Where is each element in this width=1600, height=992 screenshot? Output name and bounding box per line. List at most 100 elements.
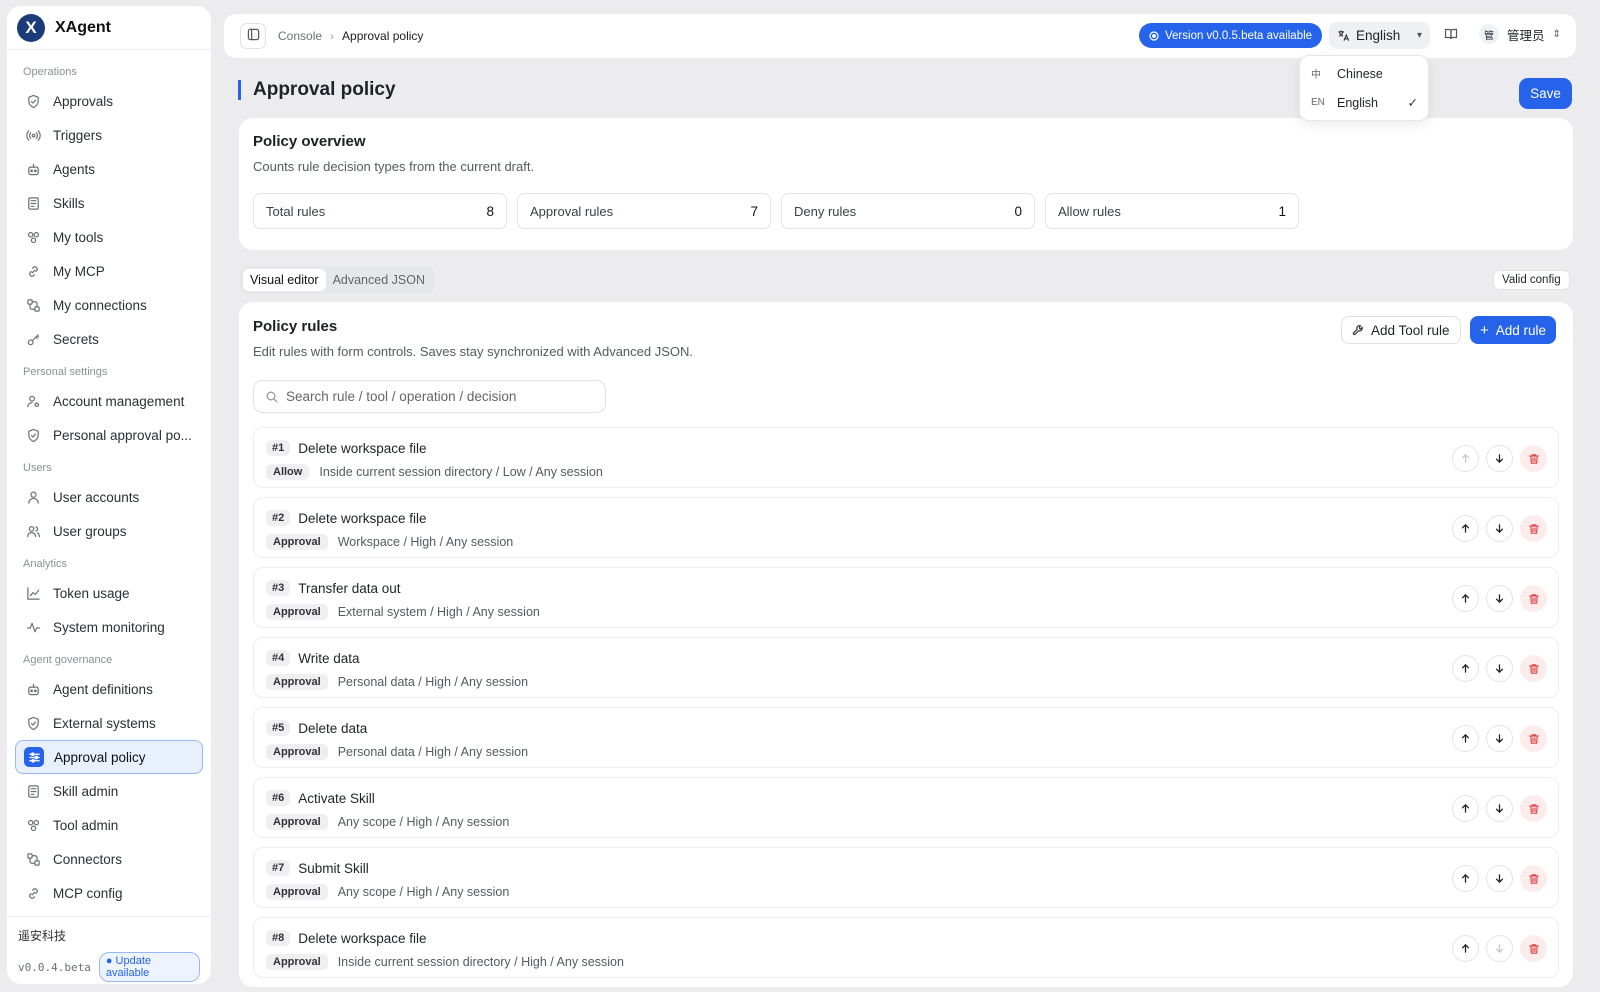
link-icon (25, 885, 41, 901)
trash-icon (1528, 943, 1540, 955)
rule-row[interactable]: #2 Delete workspace file Approval Workspace… (253, 497, 1559, 558)
new-version-pill[interactable]: Version v0.0.5.beta available (1139, 23, 1323, 48)
chevron-down-icon: ▾ (1416, 30, 1422, 41)
delete-rule-button[interactable] (1520, 585, 1547, 612)
move-down-button[interactable] (1486, 865, 1513, 892)
delete-rule-button[interactable] (1520, 445, 1547, 472)
sidebar-item-my-tools[interactable]: My tools (15, 220, 203, 254)
sidebar-item-external-systems[interactable]: External systems (15, 706, 203, 740)
add-tool-rule-button[interactable]: Add Tool rule (1341, 316, 1461, 344)
add-tool-rule-label: Add Tool rule (1371, 322, 1450, 338)
sidebar-item-token-usage[interactable]: Token usage (15, 576, 203, 610)
rule-name: Delete workspace file (298, 510, 427, 526)
sidebar-item-label: Token usage (53, 585, 130, 601)
rule-row[interactable]: #5 Delete data Approval Personal data / Hig… (253, 707, 1559, 768)
rule-row[interactable]: #7 Submit Skill Approval Any scope / High /… (253, 847, 1559, 908)
delete-rule-button[interactable] (1520, 865, 1547, 892)
move-up-button[interactable] (1452, 515, 1479, 542)
save-button[interactable]: Save (1519, 78, 1572, 109)
toggle-sidebar-button[interactable] (240, 23, 266, 49)
stat-label: Deny rules (794, 203, 857, 219)
sidebar-item-agents[interactable]: Agents (15, 152, 203, 186)
sidebar-item-approvals[interactable]: Approvals (15, 84, 203, 118)
breadcrumb-console[interactable]: Console (278, 29, 322, 43)
sidebar-item-my-mcp[interactable]: My MCP (15, 254, 203, 288)
current-version: v0.0.4.beta (18, 960, 91, 974)
language-label: Chinese (1337, 66, 1383, 81)
move-up-button[interactable] (1452, 795, 1479, 822)
sidebar-item-skills[interactable]: Skills (15, 186, 203, 220)
move-down-button[interactable] (1486, 445, 1513, 472)
top-bar: Console › Approval policy Version v0.0.5… (224, 14, 1576, 58)
move-up-button[interactable] (1452, 935, 1479, 962)
sidebar-item-label: External systems (53, 715, 156, 731)
sidebar-item-my-connections[interactable]: My connections (15, 288, 203, 322)
language-option-chinese[interactable]: 中 Chinese (1300, 59, 1428, 88)
rule-decision-badge: Approval (266, 884, 328, 900)
page-title: Approval policy (238, 80, 396, 100)
brand[interactable]: X XAgent (7, 6, 211, 50)
language-dropdown: 中 Chinese EN English ✓ (1299, 55, 1429, 121)
rule-row[interactable]: #4 Write data Approval Personal data / High… (253, 637, 1559, 698)
sidebar-item-approval-policy[interactable]: Approval policy (15, 740, 203, 774)
move-down-button[interactable] (1486, 725, 1513, 752)
breadcrumb-current: Approval policy (342, 29, 424, 43)
sidebar-item-label: Account management (53, 393, 185, 409)
sidebar-item-system-monitoring[interactable]: System monitoring (15, 610, 203, 644)
rule-index: #5 (266, 720, 291, 736)
rule-search-input[interactable] (286, 389, 586, 404)
stat-approval-rules: Approval rules 7 (517, 193, 771, 229)
rule-row[interactable]: #3 Transfer data out Approval External syst… (253, 567, 1559, 628)
sidebar-item-triggers[interactable]: Triggers (15, 118, 203, 152)
language-select[interactable]: English ▾ (1329, 22, 1430, 49)
move-down-button[interactable] (1486, 655, 1513, 682)
sidebar-item-user-accounts[interactable]: User accounts (15, 480, 203, 514)
sidebar-item-personal-approval-po[interactable]: Personal approval po... (15, 418, 203, 452)
language-option-english[interactable]: EN English ✓ (1300, 88, 1428, 117)
move-up-button[interactable] (1452, 865, 1479, 892)
move-up-button[interactable] (1452, 655, 1479, 682)
docs-book-icon[interactable] (1444, 27, 1458, 44)
rule-row[interactable]: #1 Delete workspace file Allow Inside curre… (253, 427, 1559, 488)
rule-index: #7 (266, 860, 291, 876)
rule-row[interactable]: #8 Delete workspace file Approval Inside cu… (253, 917, 1559, 978)
sidebar-item-label: Skills (53, 195, 85, 211)
delete-rule-button[interactable] (1520, 795, 1547, 822)
add-rule-label: Add rule (1495, 322, 1547, 338)
move-down-button[interactable] (1486, 585, 1513, 612)
sidebar-item-connectors[interactable]: Connectors (15, 842, 203, 876)
tab-visual-editor[interactable]: Visual editor (243, 269, 326, 291)
search-icon (266, 391, 278, 403)
rule-row[interactable]: #6 Activate Skill Approval Any scope / High… (253, 777, 1559, 838)
move-up-button[interactable] (1452, 585, 1479, 612)
delete-rule-button[interactable] (1520, 935, 1547, 962)
sidebar-item-account-management[interactable]: Account management (15, 384, 203, 418)
move-down-button[interactable] (1486, 935, 1513, 962)
add-rule-button[interactable]: + Add rule (1470, 316, 1557, 344)
sidebar-item-tool-admin[interactable]: Tool admin (15, 808, 203, 842)
update-available-badge[interactable]: ● Update available (98, 952, 200, 982)
sidebar-item-mcp-config[interactable]: MCP config (15, 876, 203, 910)
tab-advanced-json[interactable]: Advanced JSON (326, 269, 432, 291)
sidebar-item-user-groups[interactable]: User groups (15, 514, 203, 548)
arrow-up-icon (1460, 453, 1471, 464)
rule-search[interactable] (253, 380, 606, 413)
sidebar-item-label: Connectors (53, 851, 123, 867)
move-down-button[interactable] (1486, 795, 1513, 822)
sidebar-item-agent-definitions[interactable]: Agent definitions (15, 672, 203, 706)
delete-rule-button[interactable] (1520, 655, 1547, 682)
user-menu[interactable]: 管 管理员 ⇕ (1479, 24, 1561, 44)
move-up-button[interactable] (1452, 725, 1479, 752)
move-down-button[interactable] (1486, 515, 1513, 542)
rule-name: Delete data (298, 720, 368, 736)
bot-icon (25, 161, 41, 177)
shield-icon (25, 715, 41, 731)
delete-rule-button[interactable] (1520, 515, 1547, 542)
avatar: 管 (1479, 24, 1499, 44)
delete-rule-button[interactable] (1520, 725, 1547, 752)
sidebar-item-skill-admin[interactable]: Skill admin (15, 774, 203, 808)
stat-value: 8 (486, 203, 494, 219)
sidebar-item-secrets[interactable]: Secrets (15, 322, 203, 356)
move-up-button[interactable] (1452, 445, 1479, 472)
rule-index: #8 (266, 930, 291, 946)
